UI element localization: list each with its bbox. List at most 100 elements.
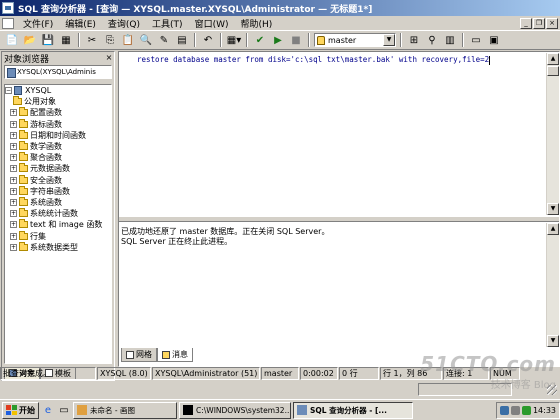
- save-icon[interactable]: 💾: [40, 32, 56, 48]
- paste-icon[interactable]: 📋: [120, 32, 136, 48]
- expand-icon[interactable]: +: [10, 154, 17, 162]
- expand-icon[interactable]: +: [10, 131, 17, 139]
- copy-icon[interactable]: ⎘: [102, 32, 118, 48]
- scroll-thumb[interactable]: [547, 66, 559, 76]
- close-icon[interactable]: ×: [104, 53, 114, 63]
- start-button[interactable]: 开始: [2, 401, 39, 419]
- tree-item[interactable]: + 安全函数: [5, 174, 111, 186]
- menu-edit[interactable]: 编辑(E): [59, 17, 102, 30]
- restore-icon[interactable]: ❐: [533, 17, 545, 29]
- network-icon[interactable]: [499, 405, 509, 415]
- expand-icon[interactable]: +: [10, 176, 17, 184]
- sql-service-icon[interactable]: [521, 405, 531, 415]
- execution-plan-icon[interactable]: ⊞: [406, 32, 422, 48]
- toolbar-separator: [246, 33, 248, 47]
- messages-pane[interactable]: 已成功地还原了 master 数据库。正在关闭 SQL Server。 SQL …: [121, 224, 545, 348]
- tree-item-label: 系统统计函数: [30, 209, 78, 219]
- tab-messages[interactable]: 消息: [157, 348, 193, 362]
- undo-icon[interactable]: ↶: [200, 32, 216, 48]
- clock[interactable]: 14:33: [533, 406, 556, 415]
- tree-item[interactable]: + 数学函数: [5, 141, 111, 152]
- execute-query-icon[interactable]: ▶: [270, 32, 286, 48]
- scroll-down-icon[interactable]: ▼: [547, 335, 559, 347]
- grid-icon[interactable]: ▤: [174, 32, 190, 48]
- database-select[interactable]: master ▼: [314, 33, 396, 47]
- internet-explorer-icon[interactable]: e: [41, 403, 55, 417]
- expand-icon[interactable]: +: [10, 165, 17, 173]
- pane-splitter[interactable]: [119, 216, 559, 222]
- new-query-icon[interactable]: 📄: [4, 32, 20, 48]
- windows-logo-icon: [6, 405, 17, 415]
- tree-item[interactable]: + 游标函数: [5, 118, 111, 130]
- object-browser-toggle-icon[interactable]: ▥: [442, 32, 458, 48]
- toolbar-separator: [194, 33, 196, 47]
- tree-item[interactable]: + 配置函数: [5, 107, 111, 118]
- collapse-icon[interactable]: −: [5, 87, 12, 95]
- edit-icon[interactable]: ✎: [156, 32, 172, 48]
- object-search-icon[interactable]: ⚲: [424, 32, 440, 48]
- scroll-up-icon[interactable]: ▲: [547, 223, 559, 235]
- tree-item[interactable]: + 系统统计函数: [5, 208, 111, 219]
- folder-icon: [19, 196, 28, 206]
- results-scrollbar[interactable]: ▲ ▼: [546, 223, 559, 347]
- chevron-down-icon[interactable]: ▼: [383, 34, 395, 46]
- menu-help[interactable]: 帮助(H): [234, 17, 278, 30]
- expand-icon[interactable]: +: [10, 232, 17, 240]
- taskbar-query-analyzer[interactable]: SQL 查询分析器 - [...: [293, 401, 413, 419]
- tree-item[interactable]: + 元数据函数: [5, 163, 111, 174]
- menu-tools[interactable]: 工具(T): [146, 17, 189, 30]
- expand-icon[interactable]: +: [10, 243, 17, 251]
- taskbar-paint[interactable]: 未命名 - 画图: [73, 401, 177, 419]
- tab-label: 网格: [136, 350, 152, 359]
- menu-file[interactable]: 文件(F): [17, 17, 59, 30]
- cancel-query-icon[interactable]: ■: [288, 32, 304, 48]
- paint-icon: [77, 405, 87, 415]
- tree-item[interactable]: + text 和 image 函数: [5, 219, 111, 230]
- resize-grip-icon[interactable]: [547, 385, 557, 395]
- expand-icon[interactable]: +: [10, 210, 17, 218]
- tree-item-label: text 和 image 函数: [30, 220, 103, 230]
- status-num-lock: NUM: [490, 367, 520, 380]
- insert-template-icon[interactable]: ▦: [58, 32, 74, 48]
- find-icon[interactable]: 🔍: [138, 32, 154, 48]
- taskbar-cmd[interactable]: C:\WINDOWS\system32...: [179, 401, 291, 419]
- menu-query[interactable]: 查询(Q): [102, 17, 146, 30]
- show-desktop-icon[interactable]: ▭: [57, 403, 71, 417]
- scroll-up-icon[interactable]: ▲: [547, 53, 559, 65]
- volume-icon[interactable]: [510, 405, 520, 415]
- expand-icon[interactable]: +: [10, 198, 17, 206]
- folder-icon: [19, 163, 28, 173]
- editor-scrollbar[interactable]: ▲ ▼: [546, 53, 559, 215]
- parse-query-icon[interactable]: ✔: [252, 32, 268, 48]
- tree-item[interactable]: + 字符串函数: [5, 185, 111, 197]
- tree-item[interactable]: + 聚合函数: [5, 152, 111, 163]
- expand-icon[interactable]: +: [10, 187, 17, 195]
- query-analyzer-app-icon[interactable]: [2, 2, 14, 14]
- cut-icon[interactable]: ✂: [84, 32, 100, 48]
- tree-item[interactable]: + 系统函数: [5, 196, 111, 208]
- tree-root-server[interactable]: − XYSQL: [5, 85, 111, 96]
- status-cursor-position: 行 1，列 86: [380, 367, 442, 380]
- tab-grid[interactable]: 网格: [121, 348, 157, 362]
- open-file-icon[interactable]: 📂: [22, 32, 38, 48]
- toolbar-separator: [78, 33, 80, 47]
- tree-item[interactable]: + 日期和时间函数: [5, 129, 111, 141]
- scroll-down-icon[interactable]: ▼: [547, 203, 559, 215]
- expand-icon[interactable]: +: [10, 143, 17, 151]
- close-icon[interactable]: ×: [546, 17, 558, 29]
- expand-icon[interactable]: +: [10, 221, 17, 229]
- query-editor[interactable]: restore database master from disk='c:\sq…: [121, 53, 545, 213]
- show-results-pane-icon[interactable]: ▭: [468, 32, 484, 48]
- tree-item[interactable]: + 系统数据类型: [5, 241, 111, 253]
- results-mode-icon[interactable]: ▦▾: [226, 32, 242, 48]
- menu-window[interactable]: 窗口(W): [189, 17, 235, 30]
- expand-icon[interactable]: +: [10, 120, 17, 128]
- tree-group-common-objects[interactable]: 公用对象: [5, 96, 111, 107]
- server-select[interactable]: XYSQL(XYSQL\Adminis: [4, 65, 112, 79]
- tree-item[interactable]: + 行集: [5, 230, 111, 241]
- query-window: restore database master from disk='c:\sq…: [118, 51, 560, 367]
- query-window-icon[interactable]: [2, 17, 14, 29]
- minimize-icon[interactable]: _: [520, 17, 532, 29]
- properties-icon[interactable]: ▣: [486, 32, 502, 48]
- expand-icon[interactable]: +: [10, 109, 17, 117]
